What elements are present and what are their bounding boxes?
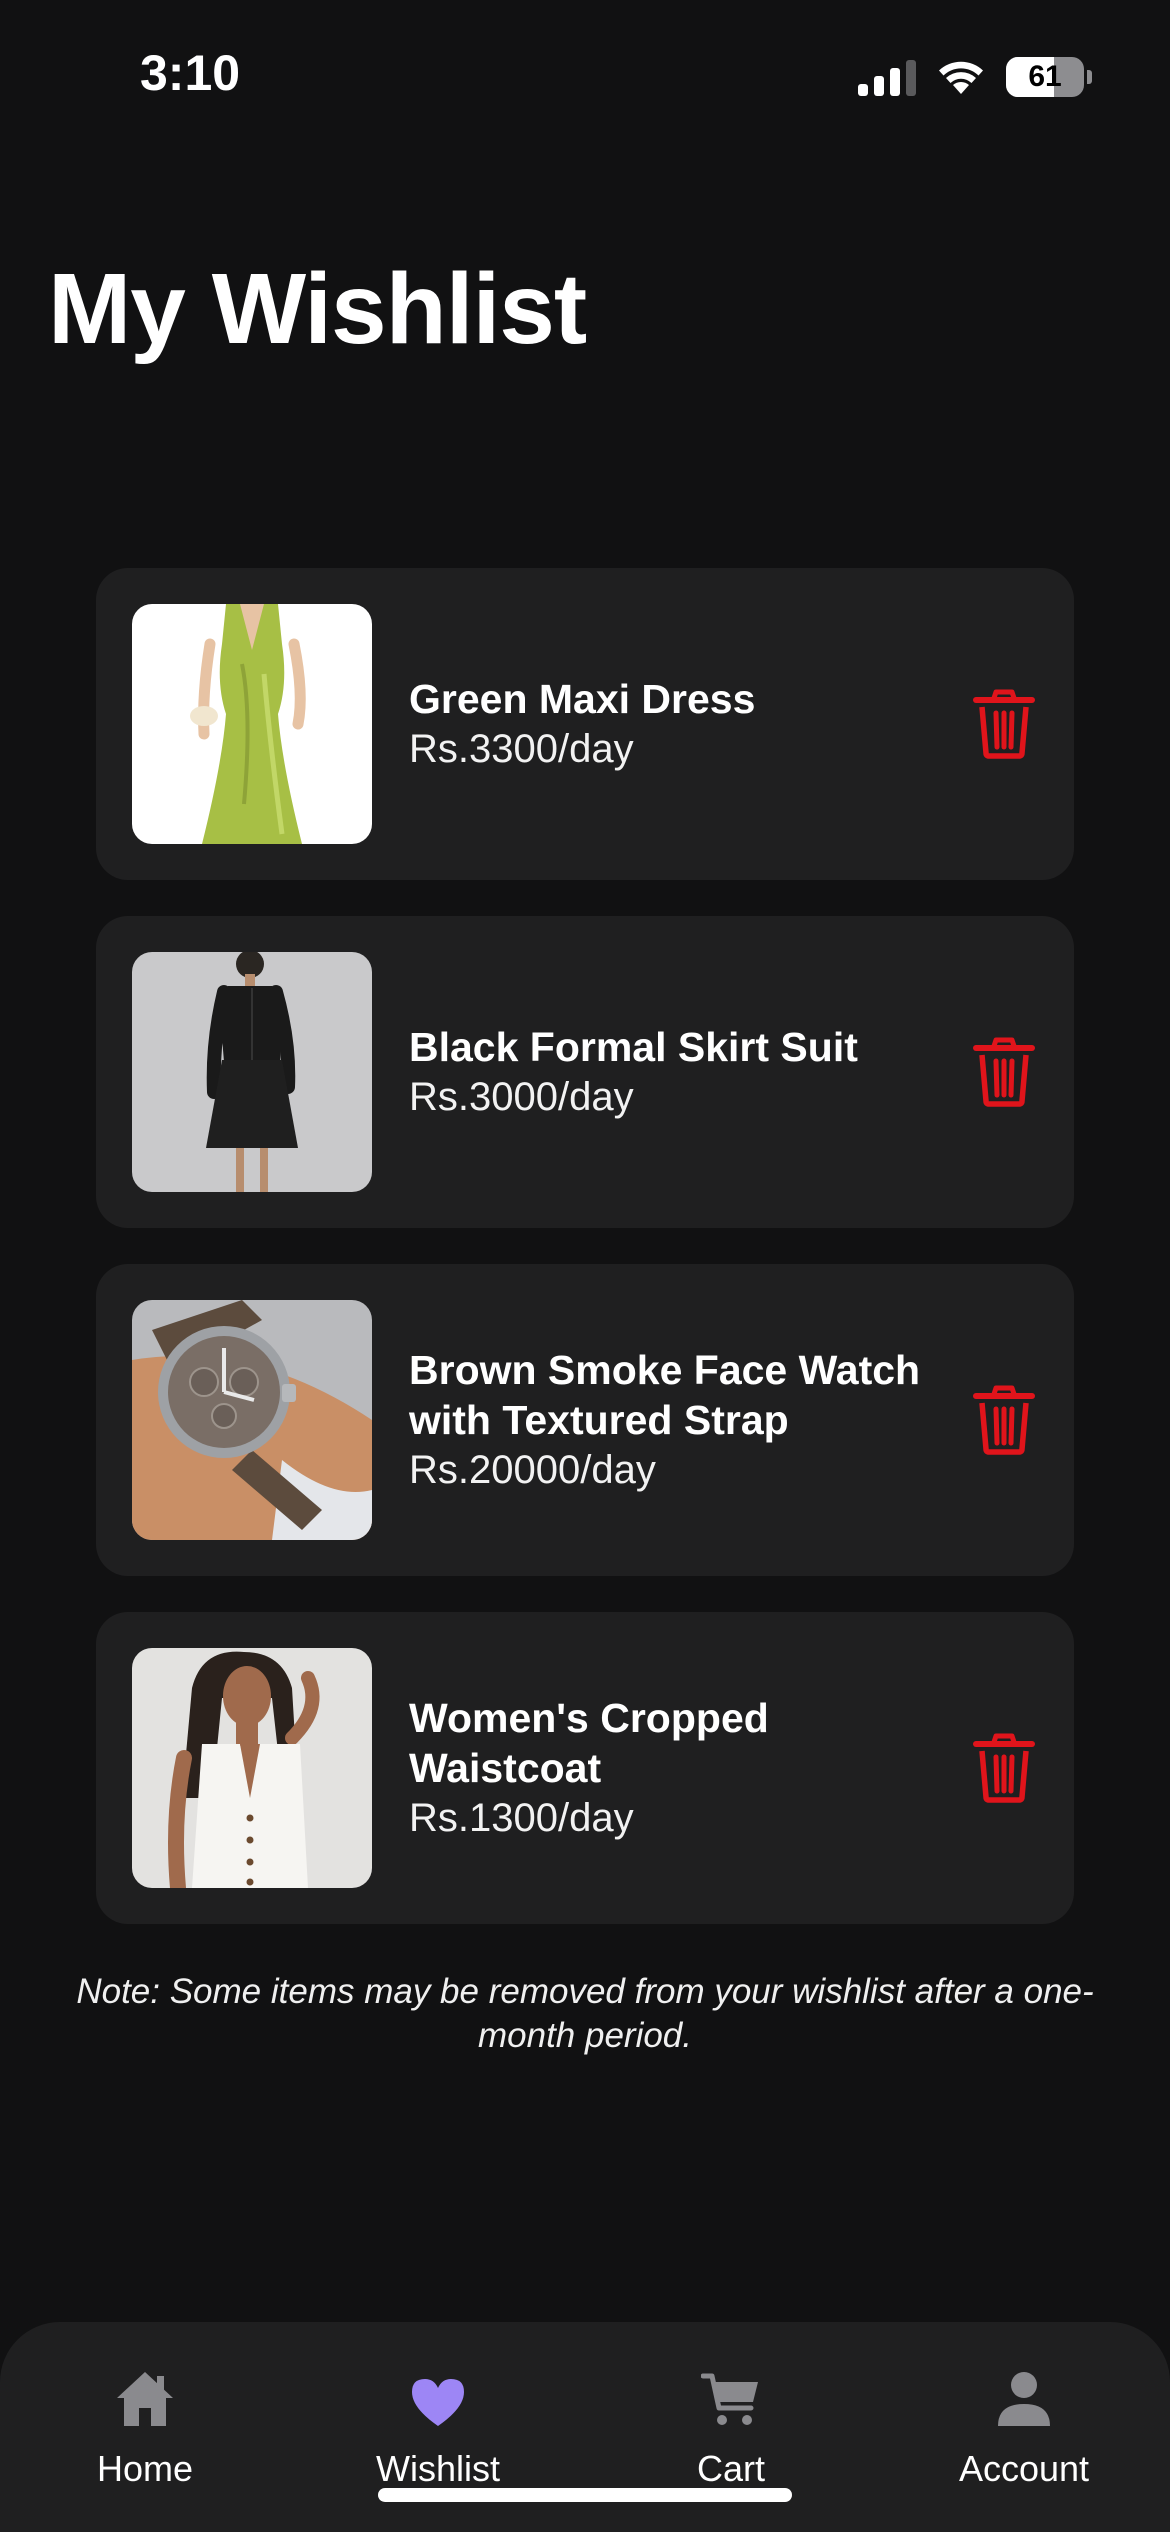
- wifi-icon: [939, 61, 983, 94]
- wishlist-list: Green Maxi Dress Rs.3300/day Black Forma…: [96, 568, 1074, 1960]
- nav-item-cart[interactable]: Cart: [621, 2362, 841, 2490]
- item-info: Green Maxi Dress Rs.3300/day: [409, 568, 969, 880]
- trash-icon[interactable]: [972, 689, 1036, 759]
- item-price: Rs.20000/day: [409, 1448, 656, 1492]
- item-name: Green Maxi Dress: [409, 676, 756, 722]
- brown-smoke-face-watch-image[interactable]: [132, 1300, 372, 1540]
- battery-icon: 61: [1006, 57, 1084, 97]
- item-name: Black Formal Skirt Suit: [409, 1024, 858, 1070]
- wishlist-item[interactable]: Women's Cropped Waistcoat Rs.1300/day: [96, 1612, 1074, 1924]
- wishlist-item[interactable]: Brown Smoke Face Watch with Textured Str…: [96, 1264, 1074, 1576]
- item-name: Brown Smoke Face Watch with Textured Str…: [409, 1347, 921, 1443]
- nav-item-wishlist[interactable]: Wishlist: [328, 2362, 548, 2490]
- nav-item-home[interactable]: Home: [35, 2362, 255, 2490]
- home-indicator: [378, 2488, 792, 2502]
- status-bar: 3:10 61: [0, 0, 1170, 150]
- wishlist-screen: 3:10 61 My Wishlist Green Maxi Dress Rs.…: [0, 0, 1170, 2532]
- item-info: Black Formal Skirt Suit Rs.3000/day: [409, 916, 969, 1228]
- item-price: Rs.3300/day: [409, 727, 634, 771]
- item-price: Rs.1300/day: [409, 1796, 634, 1840]
- item-info: Brown Smoke Face Watch with Textured Str…: [409, 1264, 969, 1576]
- person-icon: [998, 2372, 1050, 2426]
- black-formal-skirt-suit-image[interactable]: [132, 952, 372, 1192]
- status-time: 3:10: [140, 45, 241, 101]
- trash-icon[interactable]: [972, 1037, 1036, 1107]
- wishlist-item[interactable]: Green Maxi Dress Rs.3300/day: [96, 568, 1074, 880]
- nav-label: Home: [96, 2448, 194, 2489]
- trash-icon[interactable]: [972, 1733, 1036, 1803]
- wishlist-note: Note: Some items may be removed from you…: [76, 1972, 1094, 2055]
- nav-label: Wishlist: [376, 2448, 500, 2489]
- battery-tip: [1087, 70, 1092, 84]
- home-icon: [117, 2372, 173, 2426]
- cellular-signal-icon: [858, 58, 916, 96]
- cart-icon: [701, 2373, 758, 2425]
- item-name: Women's Cropped Waistcoat: [409, 1695, 769, 1791]
- nav-label: Cart: [696, 2448, 765, 2489]
- trash-icon[interactable]: [972, 1385, 1036, 1455]
- page-title: My Wishlist: [48, 253, 587, 365]
- item-price: Rs.3000/day: [409, 1075, 634, 1119]
- status-icons: 61: [858, 54, 1092, 100]
- nav-label: Account: [958, 2448, 1090, 2489]
- item-info: Women's Cropped Waistcoat Rs.1300/day: [409, 1612, 969, 1924]
- heart-icon: [412, 2379, 464, 2426]
- wishlist-item[interactable]: Black Formal Skirt Suit Rs.3000/day: [96, 916, 1074, 1228]
- green-maxi-dress-image[interactable]: [132, 604, 372, 844]
- nav-item-account[interactable]: Account: [914, 2362, 1134, 2490]
- battery-percent: 61: [1028, 60, 1062, 93]
- battery-indicator: 61: [1006, 57, 1092, 97]
- womens-cropped-waistcoat-image[interactable]: [132, 1648, 372, 1888]
